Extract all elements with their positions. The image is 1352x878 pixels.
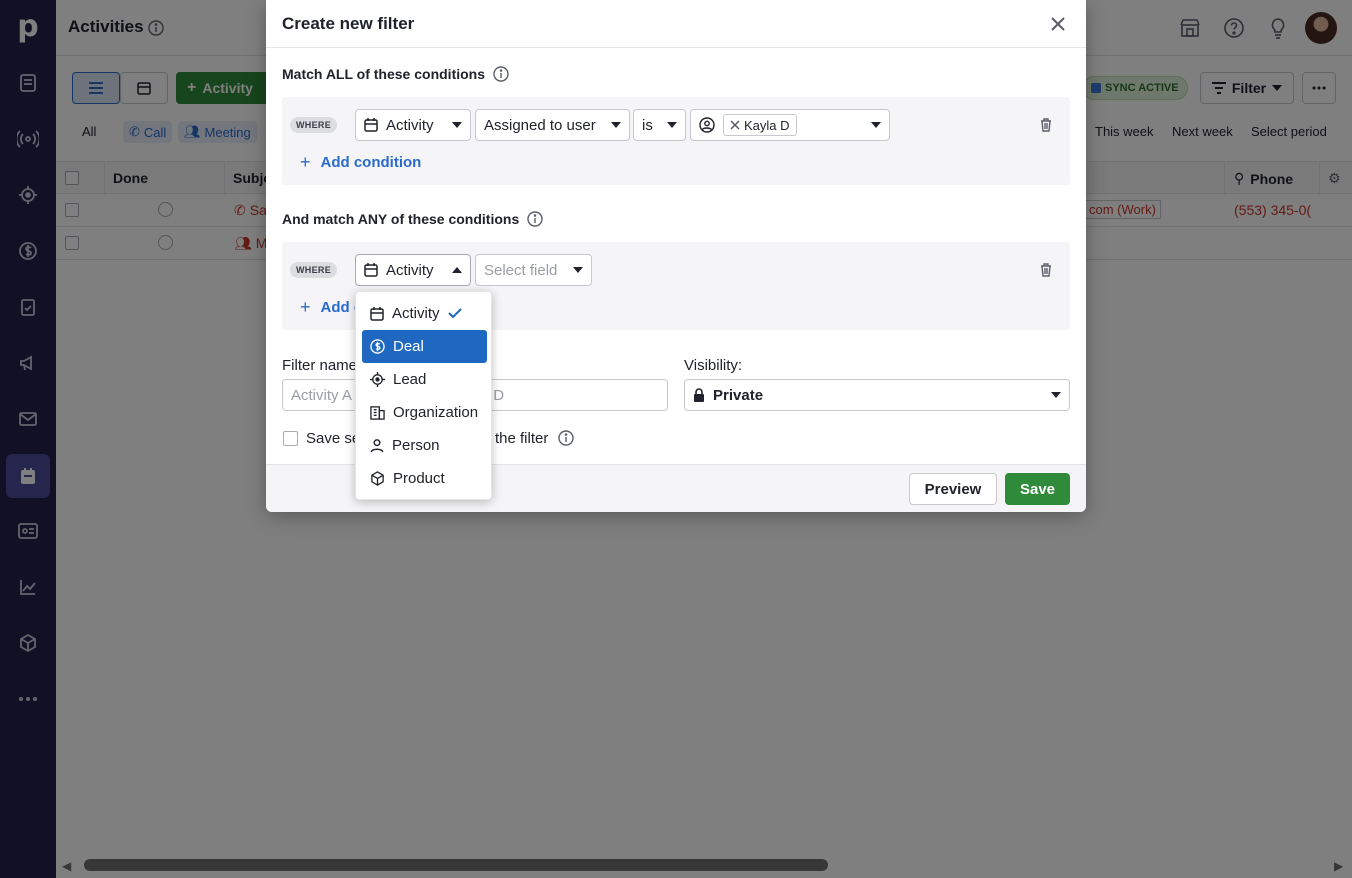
dropdown-item-person[interactable]: Person [362, 429, 487, 462]
lock-icon [694, 388, 704, 402]
caret-down-icon [871, 122, 881, 128]
dialog-header: Create new filter [266, 0, 1086, 48]
close-icon[interactable] [1046, 12, 1070, 36]
remove-chip-icon[interactable] [730, 120, 740, 130]
dropdown-item-lead[interactable]: Lead [362, 363, 487, 396]
info-icon[interactable] [527, 211, 543, 227]
caret-down-icon [667, 122, 677, 128]
add-condition-button[interactable]: + Add condition [300, 152, 421, 173]
dropdown-item-product[interactable]: Product [362, 462, 487, 495]
plus-icon: + [300, 152, 311, 172]
condition-operator-select[interactable]: is [633, 109, 686, 141]
calendar-icon [370, 306, 384, 321]
save-button[interactable]: Save [1005, 473, 1070, 505]
visibility-label: Visibility: [684, 357, 743, 374]
match-all-heading: Match ALL of these conditions [282, 66, 509, 82]
condition-value-select[interactable]: Kayla D [690, 109, 890, 141]
calendar-icon [364, 118, 378, 132]
visibility-select[interactable]: Private [684, 379, 1070, 411]
info-icon[interactable] [493, 66, 509, 82]
caret-down-icon [573, 267, 583, 273]
dropdown-item-deal[interactable]: Deal [362, 330, 487, 363]
target-icon [370, 372, 385, 387]
delete-condition-trash-icon[interactable] [1036, 260, 1056, 280]
entity-dropdown-menu: Activity Deal Lead Organization Person P… [355, 291, 492, 500]
caret-down-icon [611, 122, 621, 128]
save-setting-checkbox[interactable] [283, 431, 298, 446]
condition-entity-select[interactable]: Activity [355, 109, 471, 141]
where-badge: WHERE [290, 262, 337, 278]
condition-field-select[interactable]: Assigned to user [475, 109, 630, 141]
dollar-icon [370, 339, 385, 354]
person-icon [370, 439, 384, 453]
caret-down-icon [1051, 392, 1061, 398]
save-setting-label-right: the filter [495, 430, 549, 447]
filter-name-label: Filter name [282, 357, 358, 374]
caret-up-icon [452, 267, 462, 273]
delete-condition-trash-icon[interactable] [1036, 115, 1056, 135]
match-any-heading: And match ANY of these conditions [282, 211, 543, 227]
box-icon [371, 471, 384, 486]
dropdown-item-activity[interactable]: Activity [362, 297, 487, 330]
dialog-title: Create new filter [282, 14, 415, 33]
caret-down-icon [452, 122, 462, 128]
calendar-icon [364, 263, 378, 277]
building-icon [370, 406, 385, 420]
where-badge: WHERE [290, 117, 337, 133]
save-setting-label-left: Save se [306, 430, 361, 447]
add-condition-button[interactable]: + Add c [300, 297, 362, 318]
user-chip: Kayla D [723, 114, 797, 136]
match-all-conditions-box: WHERE Activity Assigned to user is Kayla… [282, 97, 1070, 185]
condition-field-select[interactable]: Select field [475, 254, 592, 286]
preview-button[interactable]: Preview [909, 473, 997, 505]
dropdown-item-organization[interactable]: Organization [362, 396, 487, 429]
user-circle-icon [699, 117, 715, 133]
plus-icon: + [300, 297, 311, 317]
condition-entity-select-open[interactable]: Activity [355, 254, 471, 286]
checkmark-icon [447, 308, 462, 319]
info-icon[interactable] [558, 430, 574, 446]
